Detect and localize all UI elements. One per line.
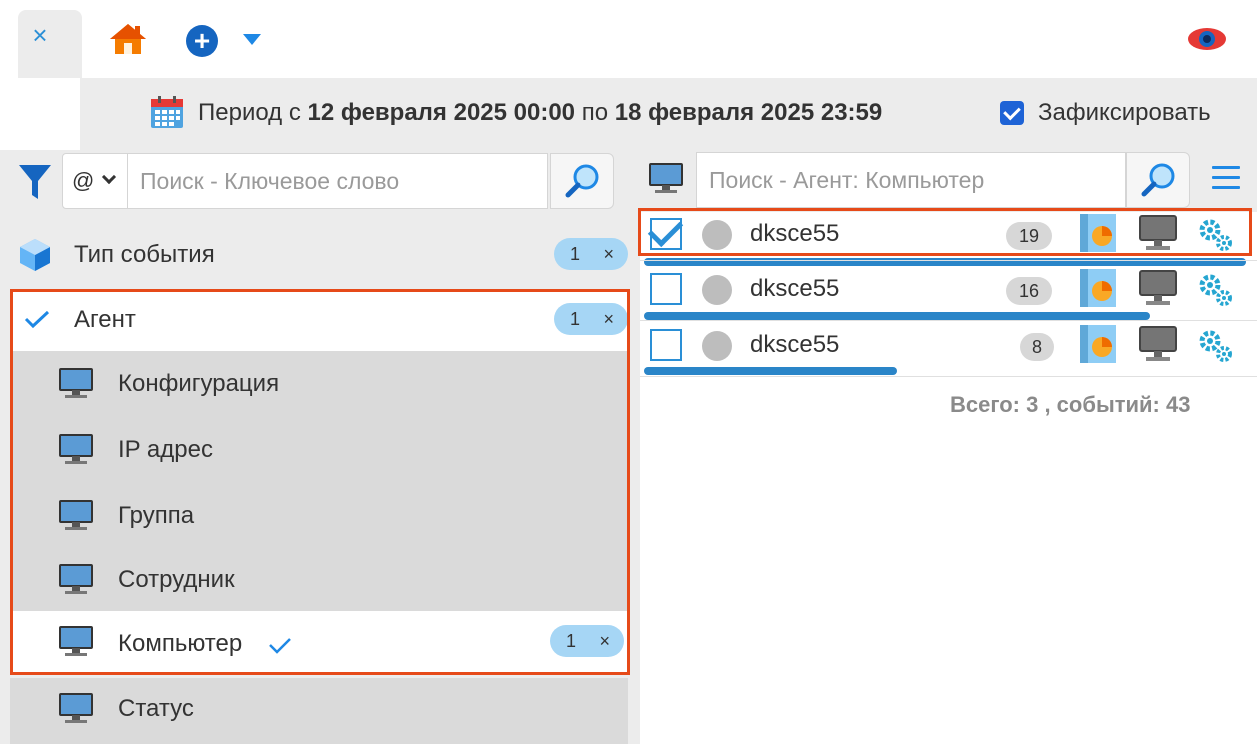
filter-item-status[interactable]: Статус [10,678,628,744]
period-from: 12 февраля 2025 00:00 [307,99,576,126]
selected-agent-highlight [638,208,1252,256]
event-type-badge[interactable]: 1 × [554,238,628,270]
row-divider [640,260,1257,261]
settings-gears-icon[interactable] [1198,273,1234,307]
settings-gears-icon[interactable] [1198,329,1234,363]
event-share-bar [644,367,897,375]
filter-icon[interactable] [18,163,52,201]
agent-row[interactable]: dksce55 8 [640,323,1257,379]
status-dot [702,275,732,305]
remove-filter-icon[interactable]: × [603,238,614,270]
search-icon [565,164,599,198]
agent-name[interactable]: dksce55 [750,275,839,303]
event-count: 8 [1020,333,1054,361]
menu-icon[interactable] [1212,166,1240,192]
agent-checkbox[interactable] [650,329,682,361]
event-count: 16 [1006,277,1052,305]
row-divider [640,320,1257,321]
eye-icon[interactable] [1187,26,1227,52]
search-icon [1141,163,1175,197]
agent-name[interactable]: dksce55 [750,331,839,359]
calendar-icon[interactable] [150,95,184,129]
agent-row[interactable]: dksce55 16 [640,267,1257,323]
row-divider [640,376,1257,377]
monitor-icon [649,163,683,193]
filter-item-event-type[interactable]: Тип события 1 × [10,222,628,288]
cube-icon [20,239,50,271]
event-share-bar [644,312,1150,320]
keyword-search-input[interactable] [128,153,548,209]
monitor-icon [59,693,93,723]
agent-search-input[interactable] [696,152,1126,208]
status-dot [702,331,732,361]
computer-icon[interactable] [1138,325,1178,365]
add-icon[interactable]: + [186,25,218,57]
close-tab-icon[interactable]: × [30,18,50,52]
total-summary: Всего: 3 , событий: 43 [950,392,1191,417]
report-chart-icon[interactable] [1078,267,1118,309]
home-icon[interactable] [108,22,148,56]
add-dropdown-icon[interactable] [243,34,261,45]
search-mode-value: @ [72,168,95,193]
fix-period-checkbox[interactable] [1000,101,1024,125]
agent-search-button[interactable] [1126,152,1190,208]
keyword-search-button[interactable] [550,153,614,209]
agent-filter-highlight [10,289,630,675]
agent-checkbox[interactable] [650,273,682,305]
fix-period-label: Зафиксировать [1038,99,1211,126]
period-to: 18 февраля 2025 23:59 [614,99,883,126]
period-text[interactable]: Период с 12 февраля 2025 00:00 по 18 фев… [198,98,882,128]
computer-icon[interactable] [1138,269,1178,309]
report-chart-icon[interactable] [1078,323,1118,365]
